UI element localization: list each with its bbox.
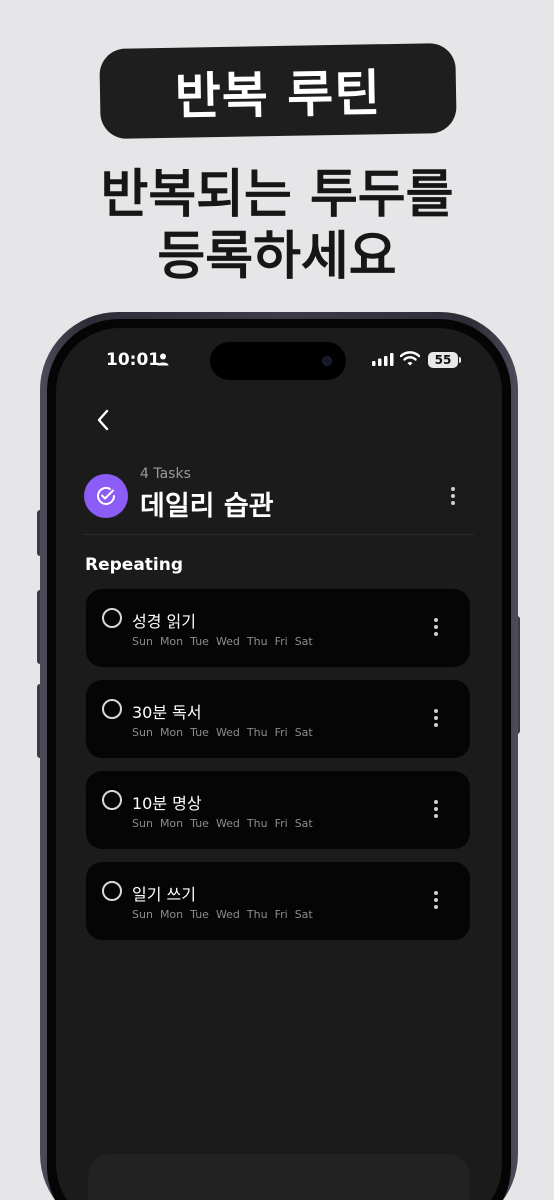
dynamic-island: [210, 342, 346, 380]
task-more-button[interactable]: [428, 707, 444, 729]
day-label: Fri: [274, 908, 288, 921]
day-label: Wed: [215, 817, 240, 830]
day-label: Wed: [215, 726, 240, 739]
task-name: 일기 쓰기: [132, 885, 196, 904]
wifi-icon: [400, 351, 420, 366]
day-label: Mon: [159, 908, 184, 921]
task-card[interactable]: 10분 명상 Sun Mon Tue Wed Thu Fri Sat: [86, 771, 470, 849]
task-days: Sun Mon Tue Wed Thu Fri Sat: [132, 817, 320, 830]
day-label: Sun: [132, 726, 153, 739]
more-dot: [451, 501, 455, 505]
camera-icon: [322, 356, 332, 366]
promo-headline-line-1: 반복되는 투두를: [100, 165, 454, 225]
promo-headline-line-2: 등록하세요: [157, 227, 397, 287]
day-label: Fri: [274, 817, 288, 830]
more-dot: [434, 618, 438, 622]
more-dot: [434, 898, 438, 902]
day-label: Mon: [159, 726, 184, 739]
task-more-button[interactable]: [428, 889, 444, 911]
day-label: Sun: [132, 817, 153, 830]
person-icon: [157, 353, 169, 366]
day-label: Tue: [190, 908, 209, 921]
day-label: Thu: [246, 726, 268, 739]
day-label: Sat: [294, 817, 313, 830]
task-name: 10분 명상: [132, 794, 202, 813]
day-label: Sun: [132, 635, 153, 648]
phone-screen: 10:01 55 4 Tasks 데일리 습관 Repeating 성경 읽기 …: [56, 328, 502, 1200]
task-more-button[interactable]: [428, 798, 444, 820]
signal-icon: [372, 353, 394, 366]
status-time: 10:01: [106, 350, 161, 370]
more-dot: [434, 800, 438, 804]
more-dot: [451, 494, 455, 498]
day-label: Thu: [246, 635, 268, 648]
battery-cap: [459, 357, 461, 363]
task-name: 30분 독서: [132, 703, 202, 722]
day-label: Wed: [215, 635, 240, 648]
more-dot: [434, 632, 438, 636]
day-label: Mon: [159, 635, 184, 648]
day-label: Sat: [294, 726, 313, 739]
day-label: Thu: [246, 908, 268, 921]
day-label: Mon: [159, 817, 184, 830]
task-checkbox[interactable]: [102, 790, 122, 810]
day-label: Thu: [246, 817, 268, 830]
task-checkbox[interactable]: [102, 608, 122, 628]
more-dot: [434, 905, 438, 909]
task-days: Sun Mon Tue Wed Thu Fri Sat: [132, 908, 320, 921]
day-label: Tue: [190, 635, 209, 648]
promo-badge: 반복 루틴: [99, 42, 457, 140]
task-checkbox[interactable]: [102, 881, 122, 901]
more-dot: [434, 709, 438, 713]
day-label: Fri: [274, 635, 288, 648]
task-card[interactable]: 30분 독서 Sun Mon Tue Wed Thu Fri Sat: [86, 680, 470, 758]
task-days: Sun Mon Tue Wed Thu Fri Sat: [132, 726, 320, 739]
task-card[interactable]: 성경 읽기 Sun Mon Tue Wed Thu Fri Sat: [86, 589, 470, 667]
bottom-input-bar[interactable]: [88, 1154, 470, 1200]
section-label: Repeating: [85, 555, 184, 575]
more-dot: [434, 625, 438, 629]
list-more-button[interactable]: [445, 485, 461, 507]
task-checkbox[interactable]: [102, 699, 122, 719]
more-dot: [434, 891, 438, 895]
more-dot: [434, 716, 438, 720]
task-more-button[interactable]: [428, 616, 444, 638]
task-days: Sun Mon Tue Wed Thu Fri Sat: [132, 635, 320, 648]
more-dot: [434, 807, 438, 811]
day-label: Wed: [215, 908, 240, 921]
more-dot: [434, 814, 438, 818]
more-dot: [451, 487, 455, 491]
battery-icon: 55: [428, 352, 458, 368]
divider: [84, 534, 474, 535]
day-label: Tue: [190, 726, 209, 739]
task-count: 4 Tasks: [140, 466, 191, 482]
day-label: Sat: [294, 908, 313, 921]
check-circle-icon: [84, 474, 128, 518]
day-label: Tue: [190, 817, 209, 830]
day-label: Fri: [274, 726, 288, 739]
more-dot: [434, 723, 438, 727]
day-label: Sun: [132, 908, 153, 921]
promo-badge-text: 반복 루틴: [174, 64, 382, 126]
back-button[interactable]: [92, 406, 116, 434]
task-card[interactable]: 일기 쓰기 Sun Mon Tue Wed Thu Fri Sat: [86, 862, 470, 940]
day-label: Sat: [294, 635, 313, 648]
task-name: 성경 읽기: [132, 612, 196, 631]
list-title: 데일리 습관: [140, 491, 274, 522]
